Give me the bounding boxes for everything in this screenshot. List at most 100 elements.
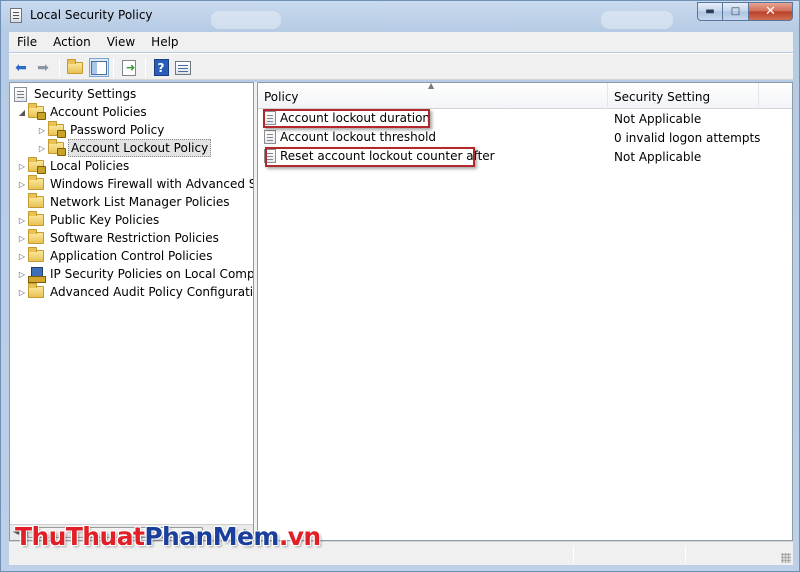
- window-title: Local Security Policy: [30, 8, 153, 22]
- policy-cell: Reset account lockout counter after: [264, 149, 495, 163]
- security-setting-value: 0 invalid logon attempts: [614, 131, 761, 145]
- help-button[interactable]: ?: [151, 58, 171, 77]
- resize-grip[interactable]: [781, 553, 791, 563]
- collapsed-arrow-icon[interactable]: ▷: [16, 234, 28, 243]
- toolbar-separator: [113, 58, 114, 77]
- export-list-icon: [122, 59, 136, 76]
- watermark-logo: ThuThuatPhanMem.vn: [15, 522, 321, 551]
- up-folder-icon: [67, 58, 83, 74]
- network-policy-icon: [28, 266, 46, 283]
- tree-item-password-policy[interactable]: ▷ Password Policy: [36, 121, 166, 139]
- close-button[interactable]: ✕: [749, 2, 793, 21]
- menu-bar: File Action View Help: [9, 32, 793, 52]
- lock-folder-icon: [28, 103, 46, 120]
- column-header-security-setting[interactable]: Security Setting: [608, 83, 759, 109]
- lock-folder-icon: [28, 157, 46, 174]
- policy-cell: Account lockout threshold: [264, 130, 436, 144]
- policy-icon: [264, 130, 276, 144]
- collapsed-arrow-icon[interactable]: ▷: [16, 180, 28, 189]
- collapsed-arrow-icon[interactable]: ▷: [16, 288, 28, 297]
- expanded-arrow-icon[interactable]: ◢: [16, 108, 28, 117]
- tree-item-label: Advanced Audit Policy Configuration: [50, 285, 254, 299]
- column-header-policy[interactable]: ▲ Policy: [258, 83, 608, 109]
- export-list-button[interactable]: [119, 58, 139, 77]
- title-reflection: [601, 11, 673, 29]
- tree-item-label: Local Policies: [50, 159, 130, 173]
- tree-item-account-policies[interactable]: ◢ Account Policies: [16, 103, 149, 121]
- collapsed-arrow-icon[interactable]: ▷: [16, 270, 28, 279]
- show-hide-tree-button[interactable]: [89, 58, 109, 77]
- toolbar-separator: [59, 58, 60, 77]
- tree-item-local-policies[interactable]: ▷ Local Policies: [16, 157, 131, 175]
- collapsed-arrow-icon[interactable]: ▷: [16, 162, 28, 171]
- forward-button[interactable]: ➡: [33, 58, 53, 77]
- tree-item-application-control[interactable]: ▷ Application Control Policies: [16, 247, 214, 265]
- collapsed-arrow-icon[interactable]: ▷: [16, 252, 28, 261]
- back-button[interactable]: ⬅: [11, 58, 31, 77]
- policy-list-pane[interactable]: ▲ Policy Security Setting Account lockou…: [257, 82, 793, 541]
- tree-item-label: Account Policies: [50, 105, 147, 119]
- column-header-label: Policy: [264, 90, 299, 104]
- view-button[interactable]: [173, 58, 193, 77]
- app-icon[interactable]: [10, 8, 22, 23]
- menu-action[interactable]: Action: [45, 32, 99, 52]
- toolbar: ⬅ ➡ ?: [9, 53, 793, 80]
- tree-item-security-settings[interactable]: Security Settings: [12, 85, 138, 103]
- view-icon: [175, 60, 191, 75]
- close-icon: ✕: [765, 4, 776, 19]
- folder-icon: [28, 193, 44, 210]
- tree-item-ip-security[interactable]: ▷ IP Security Policies on Local Compute: [16, 265, 254, 283]
- maximize-button[interactable]: □: [723, 2, 749, 21]
- tree-item-account-lockout-policy[interactable]: ▷ Account Lockout Policy: [36, 139, 212, 157]
- collapsed-arrow-icon[interactable]: ▷: [16, 216, 28, 225]
- table-row[interactable]: Account lockout duration Not Applicable: [258, 110, 792, 129]
- title-bar[interactable]: Local Security Policy ▬ □ ✕: [1, 1, 799, 31]
- minimize-icon: ▬: [705, 6, 715, 17]
- policy-icon: [264, 149, 276, 163]
- policy-cell: Account lockout duration: [264, 111, 430, 125]
- folder-icon: [28, 211, 44, 228]
- column-header-label: Security Setting: [614, 90, 711, 104]
- tree-item-network-list-manager[interactable]: Network List Manager Policies: [16, 193, 232, 211]
- tree-item-software-restriction[interactable]: ▷ Software Restriction Policies: [16, 229, 221, 247]
- watermark-part: .vn: [278, 522, 321, 551]
- toolbar-separator: [145, 58, 146, 77]
- table-row[interactable]: Reset account lockout counter after Not …: [258, 148, 792, 167]
- minimize-button[interactable]: ▬: [697, 2, 723, 21]
- folder-icon: [28, 229, 44, 246]
- table-row[interactable]: Account lockout threshold 0 invalid logo…: [258, 129, 792, 148]
- tree-item-advanced-audit[interactable]: ▷ Advanced Audit Policy Configuration: [16, 283, 254, 301]
- tree-item-windows-firewall[interactable]: ▷ Windows Firewall with Advanced Secu: [16, 175, 253, 193]
- maximize-icon: □: [730, 6, 741, 17]
- watermark-part: PhanMem: [144, 522, 279, 551]
- folder-icon: [28, 247, 44, 264]
- status-separator: [573, 546, 574, 562]
- up-one-level-button[interactable]: [65, 58, 85, 77]
- tree-item-label: Windows Firewall with Advanced Secu: [50, 177, 253, 191]
- folder-icon: [28, 283, 44, 300]
- security-settings-icon: [12, 86, 28, 102]
- tree-item-label: Application Control Policies: [50, 249, 213, 263]
- sort-ascending-icon: ▲: [428, 82, 435, 90]
- tree-item-public-key-policies[interactable]: ▷ Public Key Policies: [16, 211, 161, 229]
- menu-help[interactable]: Help: [143, 32, 186, 52]
- menu-file[interactable]: File: [9, 32, 45, 52]
- collapsed-arrow-icon[interactable]: ▷: [36, 126, 48, 135]
- tree-item-label: Password Policy: [70, 123, 165, 137]
- lock-folder-icon: [48, 139, 66, 156]
- forward-arrow-icon: ➡: [37, 59, 49, 76]
- policy-name: Reset account lockout counter after: [280, 149, 495, 163]
- tree-pane[interactable]: Security Settings ◢ Account Policies ▷ P…: [9, 82, 254, 541]
- policy-name: Account lockout duration: [280, 111, 431, 125]
- tree-item-label: Network List Manager Policies: [50, 195, 230, 209]
- app-window: Local Security Policy ▬ □ ✕ File Action …: [0, 0, 800, 572]
- window-controls: ▬ □ ✕: [697, 2, 793, 21]
- menu-view[interactable]: View: [99, 32, 143, 52]
- tree-item-label: Software Restriction Policies: [50, 231, 219, 245]
- list-header: ▲ Policy Security Setting: [258, 83, 792, 109]
- security-setting-value: Not Applicable: [614, 150, 702, 164]
- tree-item-label: IP Security Policies on Local Compute: [50, 267, 254, 281]
- folder-icon: [28, 175, 44, 192]
- tree-item-label: Account Lockout Policy: [68, 139, 212, 157]
- collapsed-arrow-icon[interactable]: ▷: [36, 144, 48, 153]
